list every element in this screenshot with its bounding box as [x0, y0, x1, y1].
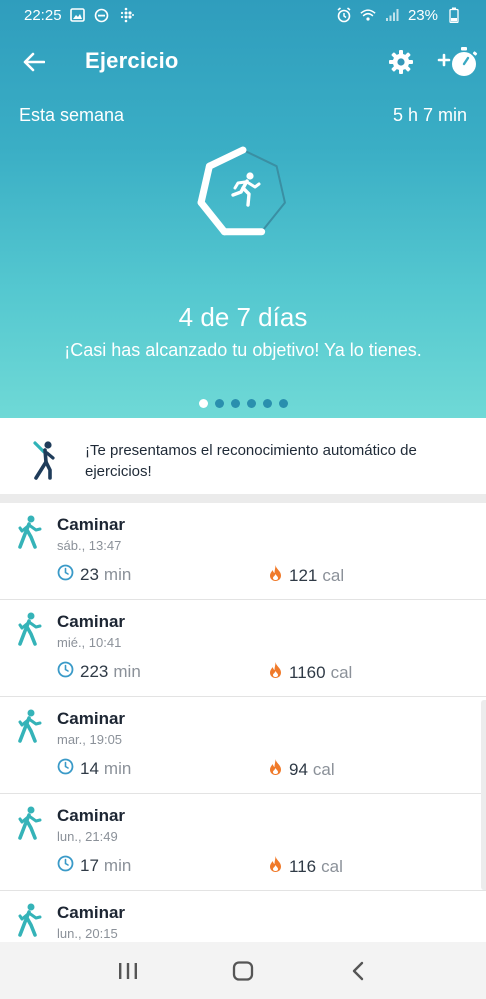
activity-name: Caminar	[57, 806, 126, 825]
week-label: Esta semana	[19, 105, 125, 125]
fitbit-icon	[118, 7, 134, 23]
activity-name: Caminar	[57, 709, 126, 728]
back-arrow-icon[interactable]	[18, 46, 50, 78]
duration-unit: min	[103, 856, 132, 875]
activity-duration: 17 min	[57, 855, 131, 877]
promo-banner[interactable]: ¡Te presentamos el reconocimiento automá…	[0, 418, 486, 494]
activity-datetime: lun., 20:15	[57, 926, 118, 941]
app-bar: Ejercicio	[0, 38, 486, 86]
activity-row[interactable]: Caminar lun., 21:49 17 min 116 cal	[0, 794, 486, 891]
activity-duration: 223 min	[57, 661, 141, 683]
duration-unit: min	[103, 759, 132, 778]
wifi-icon	[360, 7, 376, 23]
battery-percent: 23%	[407, 6, 438, 24]
ring-segment-done	[197, 199, 228, 236]
activity-row[interactable]: Caminar sáb., 13:47 23 min 121 cal	[0, 503, 486, 600]
exercise-summary-header: 22:25 23% Ejercicio Esta semana 5 h 7 mi…	[0, 0, 486, 418]
calories-unit: cal	[330, 662, 353, 682]
activity-list: Caminar sáb., 13:47 23 min 121 cal Caminar mié.…	[0, 503, 486, 988]
clock-icon	[57, 661, 74, 683]
alarm-icon	[336, 7, 352, 23]
calories-unit: cal	[321, 856, 343, 876]
calories-value: 121	[289, 565, 318, 585]
page-indicator[interactable]	[0, 399, 486, 408]
page-dot[interactable]	[278, 399, 288, 408]
page-dot[interactable]	[246, 399, 256, 408]
encouragement-message: ¡Casi has alcanzado tu objetivo! Ya lo t…	[64, 340, 422, 360]
calories-value: 94	[289, 759, 308, 779]
flame-icon	[268, 661, 283, 684]
activity-calories: 94 cal	[268, 758, 335, 781]
calories-unit: cal	[322, 565, 345, 585]
flame-icon	[268, 564, 283, 587]
clock-time: 22:25	[24, 6, 62, 24]
activity-datetime: lun., 21:49	[57, 829, 118, 844]
flame-icon	[268, 758, 283, 781]
flame-icon	[268, 855, 283, 878]
duration-value: 17	[80, 856, 99, 875]
gear-icon[interactable]	[385, 46, 417, 78]
system-navigation-bar	[0, 942, 486, 999]
walking-icon	[16, 612, 42, 646]
image-icon	[70, 7, 86, 23]
stretching-person-icon	[26, 440, 58, 480]
page-dot[interactable]	[214, 399, 224, 408]
clock-icon	[57, 855, 74, 877]
page-dot[interactable]	[262, 399, 272, 408]
scrollbar-handle[interactable]	[481, 700, 486, 890]
calories-value: 116	[289, 856, 317, 876]
add-exercise-timer-icon[interactable]	[436, 42, 480, 82]
activity-name: Caminar	[57, 515, 126, 534]
promo-text: ¡Te presentamos el reconocimiento automá…	[85, 442, 417, 480]
section-divider	[0, 494, 486, 503]
duration-unit: min	[113, 662, 141, 681]
running-person-icon	[231, 172, 261, 207]
heptagon-progress-ring	[197, 146, 286, 236]
duration-unit: min	[103, 565, 132, 584]
days-progress-text: 4 de 7 días	[178, 302, 308, 332]
page-dot[interactable]	[198, 399, 208, 408]
signal-icon	[384, 7, 400, 23]
page-dot[interactable]	[230, 399, 240, 408]
battery-icon	[446, 7, 462, 23]
walking-icon	[16, 515, 42, 549]
activity-calories: 1160 cal	[268, 661, 352, 684]
duration-value: 23	[80, 565, 99, 584]
week-total-time: 5 h 7 min	[392, 105, 467, 125]
status-bar: 22:25 23%	[0, 0, 486, 30]
page-title: Ejercicio	[85, 48, 179, 73]
activity-datetime: mar., 19:05	[57, 732, 123, 747]
walking-icon	[16, 709, 42, 743]
clock-icon	[57, 758, 74, 780]
clock-icon	[57, 564, 74, 586]
activity-name: Caminar	[57, 612, 126, 631]
duration-value: 223	[80, 662, 109, 681]
duration-value: 14	[80, 759, 99, 778]
recent-apps-icon[interactable]	[108, 951, 148, 991]
activity-datetime: mié., 10:41	[57, 635, 122, 650]
activity-name: Caminar	[57, 903, 126, 922]
calories-unit: cal	[312, 759, 335, 779]
walking-icon	[16, 903, 42, 937]
ring-segment-done	[197, 162, 213, 207]
dnd-icon	[94, 7, 110, 23]
activity-datetime: sáb., 13:47	[57, 538, 122, 553]
walking-icon	[16, 806, 42, 840]
ring-segment-done	[205, 146, 247, 170]
calories-value: 1160	[289, 662, 326, 682]
activity-calories: 121 cal	[268, 564, 344, 587]
back-icon[interactable]	[338, 951, 378, 991]
activity-duration: 23 min	[57, 564, 131, 586]
activity-duration: 14 min	[57, 758, 131, 780]
activity-row[interactable]: Caminar mié., 10:41 223 min 1160 cal	[0, 600, 486, 697]
weekly-goal-ring	[193, 143, 293, 243]
activity-calories: 116 cal	[268, 855, 343, 878]
activity-row[interactable]: Caminar mar., 19:05 14 min 94 cal	[0, 697, 486, 794]
home-icon[interactable]	[223, 951, 263, 991]
